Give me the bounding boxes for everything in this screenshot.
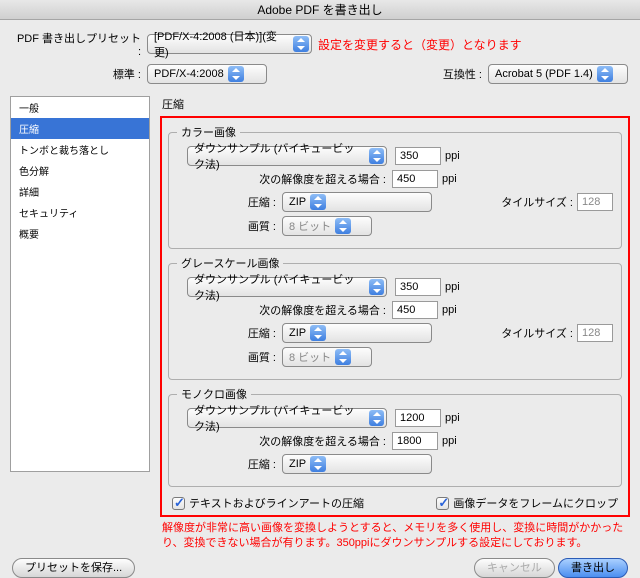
gray-downsample-value: ダウンサンプル (バイキュービック法) — [194, 271, 365, 303]
color-quality-select[interactable]: 8 ビット — [282, 216, 372, 236]
highlighted-area: カラー画像 ダウンサンプル (バイキュービック法) 350 ppi 次の解像度を… — [160, 116, 630, 517]
preset-label: PDF 書き出しプリセット : — [12, 30, 147, 58]
preset-note: 設定を変更すると（変更）となります — [318, 36, 522, 53]
footer-note: 解像度が非常に高い画像を変換しようとすると、メモリを多く使用し、変換に時間がかか… — [160, 517, 630, 552]
mono-above-input[interactable]: 1800 — [392, 432, 438, 450]
color-tile-input[interactable]: 128 — [577, 193, 613, 211]
gray-compress-label: 圧縮 : — [177, 325, 282, 341]
compat-select[interactable]: Acrobat 5 (PDF 1.4) — [488, 64, 628, 84]
preset-value: [PDF/X-4:2008 (日本)](変更) — [154, 28, 289, 60]
ppi-unit: ppi — [445, 150, 460, 162]
updown-icon — [310, 325, 326, 341]
updown-icon — [310, 456, 326, 472]
compat-label: 互換性 : — [443, 66, 482, 82]
header-area: PDF 書き出しプリセット : [PDF/X-4:2008 (日本)](変更) … — [0, 20, 640, 96]
gray-tile-label: タイルサイズ : — [501, 325, 573, 341]
standard-value: PDF/X-4:2008 — [154, 68, 224, 80]
updown-icon — [335, 349, 351, 365]
gray-compress-value: ZIP — [289, 327, 306, 339]
color-downsample-value: ダウンサンプル (バイキュービック法) — [194, 140, 365, 172]
mono-compress-label: 圧縮 : — [177, 456, 282, 472]
main-panel: 圧縮 カラー画像 ダウンサンプル (バイキュービック法) 350 ppi 次の解… — [150, 96, 630, 552]
updown-icon — [369, 148, 384, 164]
ppi-unit: ppi — [445, 281, 460, 293]
standard-label: 標準 : — [12, 66, 147, 82]
save-preset-button[interactable]: プリセットを保存... — [12, 558, 135, 578]
ppi-unit: ppi — [442, 435, 457, 447]
sidebar-item-compression[interactable]: 圧縮 — [11, 118, 149, 139]
mono-compress-value: ZIP — [289, 458, 306, 470]
check-text-lineart[interactable]: テキストおよびラインアートの圧縮 — [172, 495, 364, 511]
color-tile-label: タイルサイズ : — [501, 194, 573, 210]
group-color: カラー画像 ダウンサンプル (バイキュービック法) 350 ppi 次の解像度を… — [168, 124, 622, 249]
sidebar-item-marks[interactable]: トンボと裁ち落とし — [11, 139, 149, 160]
group-mono-legend: モノクロ画像 — [177, 386, 251, 402]
check-crop-frame[interactable]: 画像データをフレームにクロップ — [436, 495, 618, 511]
updown-icon — [228, 66, 244, 82]
ppi-unit: ppi — [445, 412, 460, 424]
group-color-legend: カラー画像 — [177, 124, 240, 140]
group-gray: グレースケール画像 ダウンサンプル (バイキュービック法) 350 ppi 次の… — [168, 255, 622, 380]
sidebar-item-summary[interactable]: 概要 — [11, 223, 149, 244]
gray-compress-select[interactable]: ZIP — [282, 323, 432, 343]
gray-downsample-select[interactable]: ダウンサンプル (バイキュービック法) — [187, 277, 387, 297]
mono-downsample-select[interactable]: ダウンサンプル (バイキュービック法) — [187, 408, 387, 428]
checkbox-icon — [436, 497, 449, 510]
gray-ppi-input[interactable]: 350 — [395, 278, 441, 296]
sidebar-item-security[interactable]: セキュリティ — [11, 202, 149, 223]
sidebar: 一般 圧縮 トンボと裁ち落とし 色分解 詳細 セキュリティ 概要 — [10, 96, 150, 472]
gray-quality-label: 画質 : — [177, 349, 282, 365]
updown-icon — [310, 194, 326, 210]
updown-icon — [335, 218, 351, 234]
group-gray-legend: グレースケール画像 — [177, 255, 283, 271]
compat-value: Acrobat 5 (PDF 1.4) — [495, 68, 593, 80]
standard-select[interactable]: PDF/X-4:2008 — [147, 64, 267, 84]
checkbox-icon — [172, 497, 185, 510]
cancel-button[interactable]: キャンセル — [474, 558, 555, 578]
mono-ppi-input[interactable]: 1200 — [395, 409, 441, 427]
sidebar-item-output[interactable]: 色分解 — [11, 160, 149, 181]
gray-tile-input[interactable]: 128 — [577, 324, 613, 342]
mono-compress-select[interactable]: ZIP — [282, 454, 432, 474]
gray-above-label: 次の解像度を超える場合 : — [177, 302, 392, 318]
color-ppi-input[interactable]: 350 — [395, 147, 441, 165]
check-text-lineart-label: テキストおよびラインアートの圧縮 — [189, 495, 364, 511]
color-quality-label: 画質 : — [177, 218, 282, 234]
updown-icon — [369, 410, 384, 426]
mono-above-label: 次の解像度を超える場合 : — [177, 433, 392, 449]
window-title: Adobe PDF を書き出し — [0, 0, 640, 20]
color-compress-label: 圧縮 : — [177, 194, 282, 210]
mono-downsample-value: ダウンサンプル (バイキュービック法) — [194, 402, 365, 434]
ppi-unit: ppi — [442, 304, 457, 316]
updown-icon — [597, 66, 613, 82]
color-compress-value: ZIP — [289, 196, 306, 208]
export-button[interactable]: 書き出し — [558, 558, 628, 578]
updown-icon — [293, 36, 309, 52]
updown-icon — [369, 279, 384, 295]
color-above-input[interactable]: 450 — [392, 170, 438, 188]
color-above-label: 次の解像度を超える場合 : — [177, 171, 392, 187]
group-mono: モノクロ画像 ダウンサンプル (バイキュービック法) 1200 ppi 次の解像… — [168, 386, 622, 487]
gray-quality-select[interactable]: 8 ビット — [282, 347, 372, 367]
preset-select[interactable]: [PDF/X-4:2008 (日本)](変更) — [147, 34, 312, 54]
ppi-unit: ppi — [442, 173, 457, 185]
gray-above-input[interactable]: 450 — [392, 301, 438, 319]
gray-quality-value: 8 ビット — [289, 349, 331, 365]
sidebar-item-advanced[interactable]: 詳細 — [11, 181, 149, 202]
sidebar-item-general[interactable]: 一般 — [11, 97, 149, 118]
color-quality-value: 8 ビット — [289, 218, 331, 234]
check-crop-frame-label: 画像データをフレームにクロップ — [453, 495, 618, 511]
section-title: 圧縮 — [162, 96, 630, 112]
color-compress-select[interactable]: ZIP — [282, 192, 432, 212]
color-downsample-select[interactable]: ダウンサンプル (バイキュービック法) — [187, 146, 387, 166]
